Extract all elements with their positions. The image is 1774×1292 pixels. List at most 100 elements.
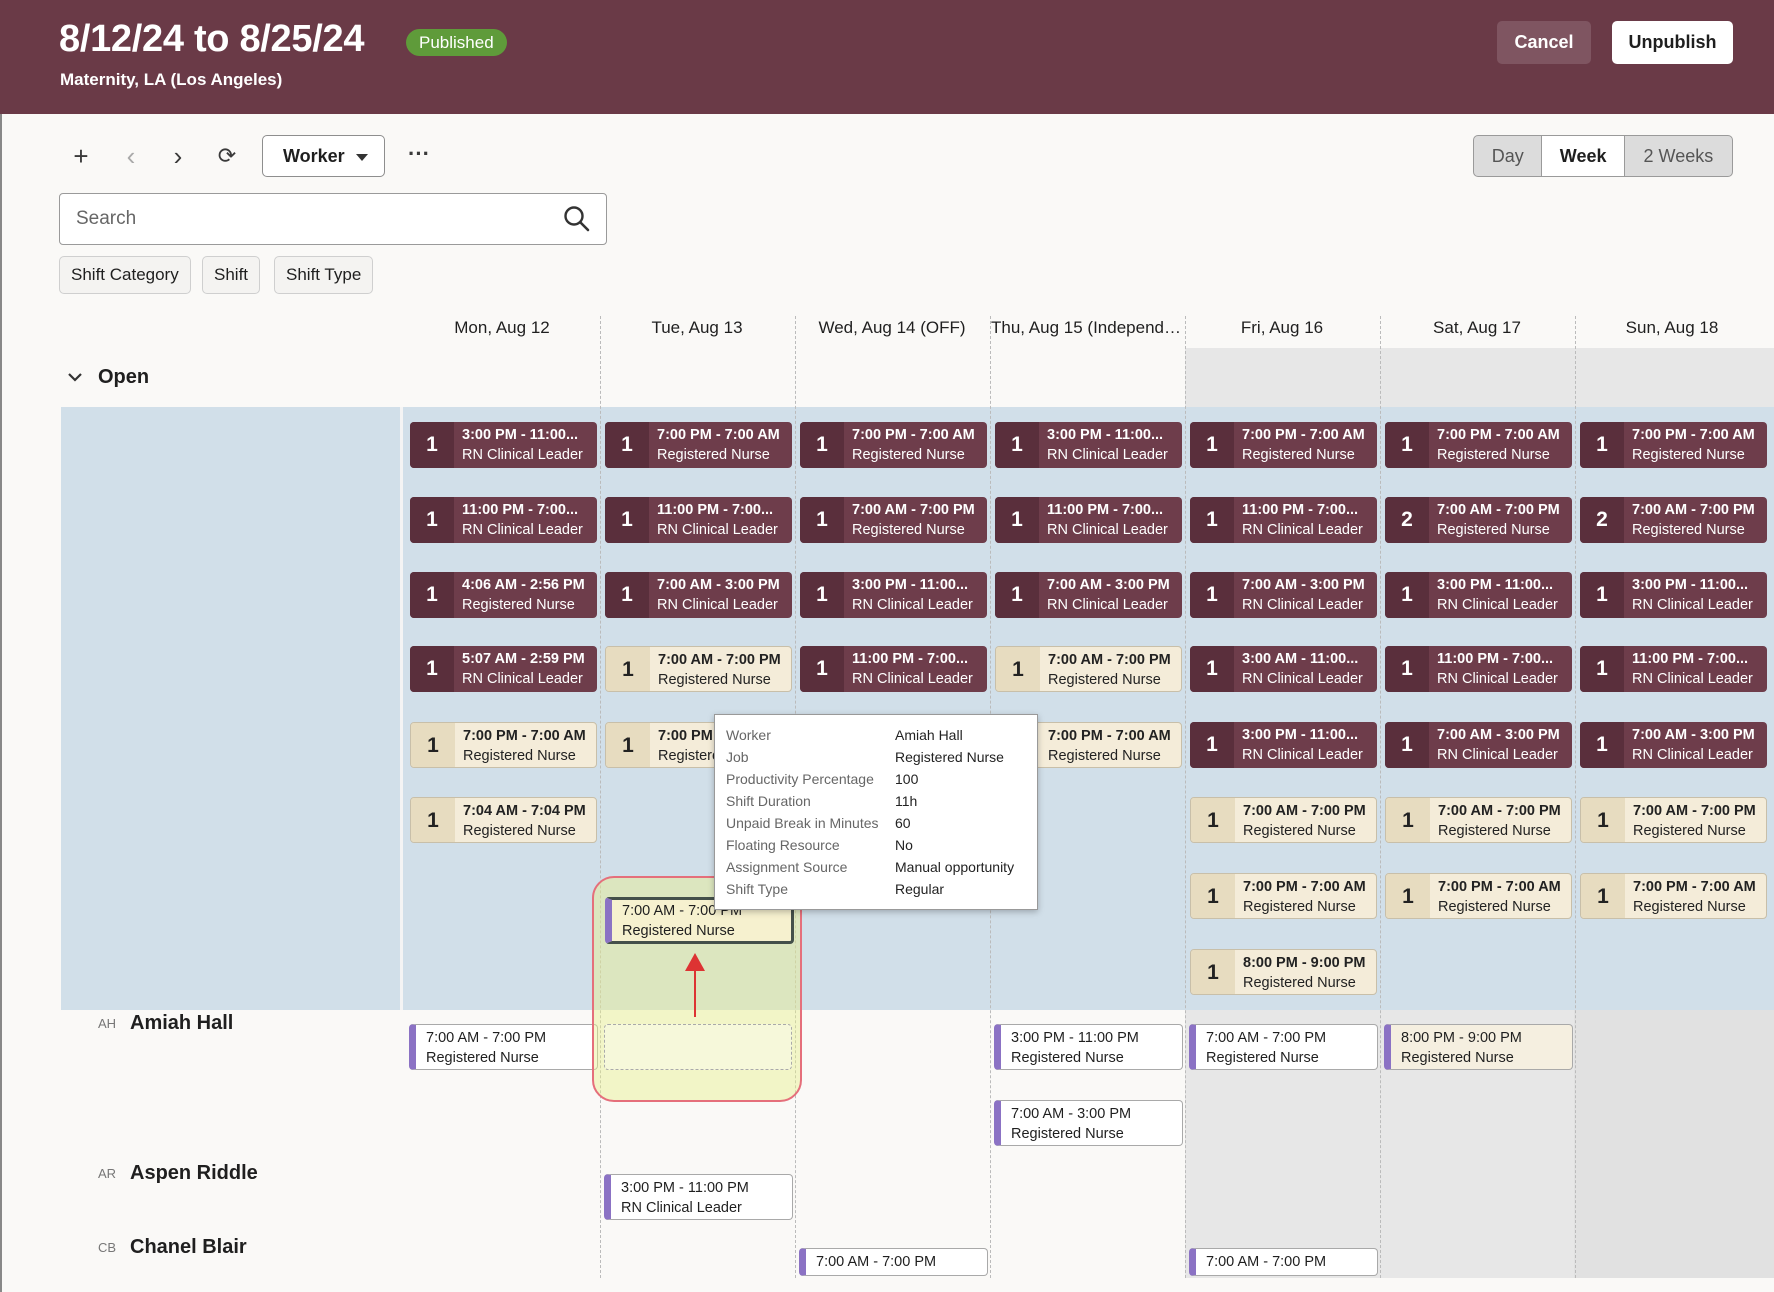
open-shift-card[interactable]: 1 7:00 AM - 7:00 PM Registered Nurse [1580, 797, 1767, 843]
open-shift-card[interactable]: 1 7:00 AM - 3:00 PM RN Clinical Leader [1580, 722, 1767, 768]
shift-time: 7:04 AM - 7:04 PM [463, 803, 586, 819]
worker-name[interactable]: AR Aspen Riddle [98, 1162, 258, 1185]
shift-time: 3:00 PM - 11:00... [1632, 577, 1749, 593]
open-shift-card[interactable]: 1 7:00 AM - 3:00 PM RN Clinical Leader [1190, 572, 1377, 618]
shift-job: RN Clinical Leader [657, 522, 778, 538]
day-divider [1380, 316, 1381, 1278]
open-shift-card[interactable]: 1 3:00 PM - 11:00... RN Clinical Leader [800, 572, 987, 618]
worker-shift-card[interactable]: 3:00 PM - 11:00 PM RN Clinical Leader [604, 1174, 793, 1220]
open-count: 1 [800, 646, 844, 692]
open-count: 1 [410, 572, 454, 618]
worker-shift-card[interactable]: 7:00 AM - 7:00 PM Registered Nurse [1189, 1024, 1378, 1070]
worker-shift-card[interactable]: 3:00 PM - 11:00 PM Registered Nurse [994, 1024, 1183, 1070]
open-count: 1 [1190, 722, 1234, 768]
next-icon[interactable]: › [165, 140, 191, 172]
filter-shift-type[interactable]: Shift Type [274, 256, 374, 294]
open-count: 1 [996, 647, 1040, 691]
shift-time: 11:00 PM - 7:00... [1047, 502, 1164, 518]
worker-name[interactable]: CB Chanel Blair [98, 1236, 247, 1259]
chevron-down-icon[interactable] [66, 368, 84, 386]
worker-shift-card[interactable]: 7:00 AM - 3:00 PM Registered Nurse [994, 1100, 1183, 1146]
shift-job: RN Clinical Leader [657, 597, 778, 613]
search-icon[interactable] [562, 204, 592, 234]
open-shift-card[interactable]: 1 7:00 AM - 3:00 PM RN Clinical Leader [605, 572, 792, 618]
view-week-button[interactable]: Week [1542, 136, 1625, 176]
open-shift-card[interactable]: 1 11:00 PM - 7:00... RN Clinical Leader [995, 497, 1182, 543]
open-shift-card[interactable]: 2 7:00 AM - 7:00 PM Registered Nurse [1580, 497, 1767, 543]
cancel-button[interactable]: Cancel [1497, 21, 1591, 64]
shift-job: Registered Nurse [1242, 447, 1355, 463]
open-shift-card[interactable]: 1 3:00 PM - 11:00... RN Clinical Leader [1190, 722, 1377, 768]
open-count: 1 [1190, 646, 1234, 692]
open-shift-card[interactable]: 1 7:00 PM - 7:00 AM Registered Nurse [410, 722, 597, 768]
view-day-button[interactable]: Day [1474, 136, 1543, 176]
open-shift-card[interactable]: 1 3:00 AM - 11:00... RN Clinical Leader [1190, 646, 1377, 692]
shift-time: 7:00 AM - 7:00 PM [1438, 803, 1561, 819]
open-shift-card[interactable]: 1 3:00 PM - 11:00... RN Clinical Leader [410, 422, 597, 468]
refresh-icon[interactable]: ⟳ [213, 140, 241, 172]
view-2-weeks-button[interactable]: 2 Weeks [1625, 136, 1732, 176]
open-shift-card[interactable]: 1 7:04 AM - 7:04 PM Registered Nurse [410, 797, 597, 843]
open-shift-card[interactable]: 1 3:00 PM - 11:00... RN Clinical Leader [1580, 572, 1767, 618]
open-shift-card[interactable]: 1 11:00 PM - 7:00... RN Clinical Leader [605, 497, 792, 543]
open-shift-card[interactable]: 1 3:00 PM - 11:00... RN Clinical Leader [1385, 572, 1572, 618]
open-shift-card[interactable]: 1 5:07 AM - 2:59 PM RN Clinical Leader [410, 646, 597, 692]
open-shift-card[interactable]: 1 7:00 AM - 7:00 PM Registered Nurse [605, 646, 792, 692]
shift-job: Registered Nurse [462, 597, 575, 613]
more-icon[interactable]: ··· [404, 138, 434, 170]
shift-job: Registered Nurse [1633, 899, 1746, 915]
open-shift-card[interactable]: 1 4:06 AM - 2:56 PM Registered Nurse [410, 572, 597, 618]
open-shift-card[interactable]: 1 11:00 PM - 7:00... RN Clinical Leader [410, 497, 597, 543]
caret-down-icon [356, 154, 368, 161]
open-shift-card[interactable]: 1 7:00 AM - 7:00 PM Registered Nurse [995, 646, 1182, 692]
open-shift-card[interactable]: 1 7:00 AM - 3:00 PM RN Clinical Leader [1385, 722, 1572, 768]
open-shift-card[interactable]: 1 8:00 PM - 9:00 PM Registered Nurse [1190, 949, 1377, 995]
open-shift-card[interactable]: 1 7:00 AM - 3:00 PM RN Clinical Leader [995, 572, 1182, 618]
open-shift-card[interactable]: 1 3:00 PM - 11:00... RN Clinical Leader [995, 422, 1182, 468]
shift-job: Registered Nurse [1401, 1050, 1514, 1066]
open-shift-card[interactable]: 1 7:00 PM - 7:00 AM Registered Nurse [1385, 873, 1572, 919]
add-icon[interactable]: + [66, 140, 96, 172]
worker-shift-card[interactable]: 7:00 AM - 7:00 PM [1189, 1248, 1378, 1276]
open-shift-card[interactable]: 1 7:00 AM - 7:00 PM Registered Nurse [800, 497, 987, 543]
open-shift-card[interactable]: 1 7:00 PM - 7:00 AM Registered Nurse [1190, 422, 1377, 468]
shift-time: 11:00 PM - 7:00... [1632, 651, 1749, 667]
shift-job: Registered Nurse [1438, 899, 1551, 915]
open-count: 1 [1191, 874, 1235, 918]
open-count: 1 [605, 572, 649, 618]
worker-shift-card[interactable]: 7:00 AM - 7:00 PM Registered Nurse [409, 1024, 598, 1070]
filter-shift-category[interactable]: Shift Category [59, 256, 191, 294]
page-subtitle: Maternity, LA (Los Angeles) [60, 70, 283, 89]
open-shift-card[interactable]: 1 7:00 PM - 7:00 AM Registered Nurse [800, 422, 987, 468]
worker-shift-card[interactable]: 8:00 PM - 9:00 PM Registered Nurse [1384, 1024, 1573, 1070]
open-count: 1 [1580, 572, 1624, 618]
drop-target-slot[interactable] [604, 1024, 792, 1070]
open-section-title[interactable]: Open [98, 366, 149, 389]
search-input[interactable]: Search [59, 193, 607, 245]
shift-time: 7:00 PM - 7:00 AM [657, 427, 780, 443]
filter-shift[interactable]: Shift [202, 256, 261, 294]
open-shift-card[interactable]: 2 7:00 AM - 7:00 PM Registered Nurse [1385, 497, 1572, 543]
open-shift-card[interactable]: 1 7:00 PM - 7:00 AM Registered Nurse [1580, 422, 1767, 468]
open-shift-card[interactable]: 1 7:00 PM - 7:00 AM Registered Nurse [1190, 873, 1377, 919]
open-shift-card[interactable]: 1 7:00 PM - 7:00 AM Registered Nurse [1580, 873, 1767, 919]
open-shift-card[interactable]: 1 11:00 PM - 7:00... RN Clinical Leader [800, 646, 987, 692]
worker-shift-card[interactable]: 7:00 AM - 7:00 PM [799, 1248, 988, 1276]
open-shift-card[interactable]: 1 11:00 PM - 7:00... RN Clinical Leader [1190, 497, 1377, 543]
unpublish-button[interactable]: Unpublish [1612, 21, 1733, 64]
open-shift-card[interactable]: 1 7:00 PM - 7:00 AM Registered Nurse [605, 422, 792, 468]
open-count: 2 [1580, 497, 1624, 543]
open-count: 1 [410, 497, 454, 543]
previous-icon[interactable]: ‹ [118, 140, 144, 172]
open-shift-card[interactable]: 1 7:00 PM - 7:00 AM Registered Nurse [1385, 422, 1572, 468]
open-shift-card[interactable]: 1 7:00 AM - 7:00 PM Registered Nurse [1190, 797, 1377, 843]
worker-dropdown[interactable]: Worker [262, 135, 385, 177]
avatar: AR [98, 1166, 117, 1182]
worker-name[interactable]: AH Amiah Hall [98, 1012, 233, 1035]
open-shift-card[interactable]: 1 7:00 AM - 7:00 PM Registered Nurse [1385, 797, 1572, 843]
tooltip-label: Shift Type [726, 881, 789, 897]
open-count: 2 [1385, 497, 1429, 543]
shift-time: 7:00 AM - 7:00 PM [1206, 1254, 1327, 1270]
open-shift-card[interactable]: 1 11:00 PM - 7:00... RN Clinical Leader [1580, 646, 1767, 692]
open-shift-card[interactable]: 1 11:00 PM - 7:00... RN Clinical Leader [1385, 646, 1572, 692]
